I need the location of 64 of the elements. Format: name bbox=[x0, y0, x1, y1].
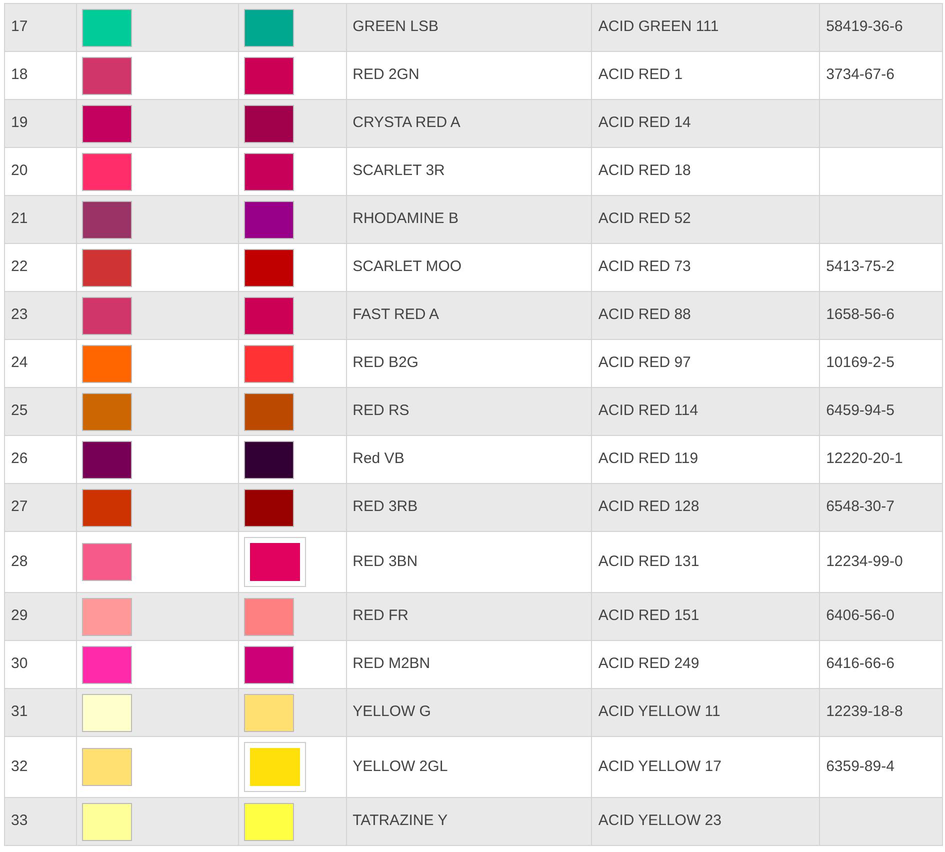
row-number: 17 bbox=[11, 18, 28, 36]
color-index-name: ACID YELLOW 17 bbox=[598, 758, 722, 775]
cas-number: 6406-56-0 bbox=[826, 607, 894, 624]
dye-name: RHODAMINE B bbox=[352, 210, 458, 228]
dye-name: RED B2G bbox=[352, 354, 418, 372]
dye-name: RED 3BN bbox=[352, 552, 418, 570]
dye-name: YELLOW G bbox=[352, 703, 431, 720]
color-index-name: ACID RED 131 bbox=[598, 552, 700, 570]
dye-name: TATRAZINE Y bbox=[352, 812, 448, 830]
row-number: 30 bbox=[11, 655, 28, 672]
dye-name: SCARLET MOO bbox=[352, 258, 462, 276]
row-number: 31 bbox=[11, 703, 28, 720]
cas-number: 6548-30-7 bbox=[826, 498, 894, 516]
row-number: 19 bbox=[11, 114, 28, 132]
row-number: 24 bbox=[11, 354, 28, 372]
color-index-name: ACID YELLOW 11 bbox=[598, 703, 720, 720]
row-number: 23 bbox=[11, 306, 28, 324]
dye-name: GREEN LSB bbox=[352, 18, 438, 36]
color-index-name: ACID GREEN 111 bbox=[598, 18, 719, 36]
row-number: 20 bbox=[11, 162, 28, 180]
cas-number: 6459-94-5 bbox=[826, 402, 894, 420]
color-index-name: ACID YELLOW 23 bbox=[598, 812, 722, 830]
row-number: 27 bbox=[11, 498, 28, 516]
cas-number: 3734-67-6 bbox=[826, 66, 894, 84]
color-index-name: ACID RED 249 bbox=[598, 655, 700, 672]
dye-name: FAST RED A bbox=[352, 306, 440, 324]
dye-name: RED 2GN bbox=[352, 66, 420, 84]
cas-number: 1658-56-6 bbox=[826, 306, 894, 324]
color-index-name: ACID RED 1 bbox=[598, 66, 683, 84]
dye-name: RED M2BN bbox=[352, 655, 430, 672]
cas-number: 5413-75-2 bbox=[826, 258, 894, 276]
cas-number: 12239-18-8 bbox=[826, 703, 903, 720]
cas-number: 6359-89-4 bbox=[826, 758, 894, 775]
dye-name: RED 3RB bbox=[352, 498, 418, 516]
color-index-name: ACID RED 88 bbox=[598, 306, 691, 324]
cas-number: 12220-20-1 bbox=[826, 450, 903, 468]
row-number: 28 bbox=[11, 552, 28, 570]
row-number: 25 bbox=[11, 402, 28, 420]
color-index-name: ACID RED 151 bbox=[598, 607, 700, 624]
row-number: 22 bbox=[11, 258, 28, 276]
row-number: 29 bbox=[11, 607, 28, 624]
row-number: 33 bbox=[11, 812, 28, 830]
dye-name: Red VB bbox=[352, 450, 404, 468]
dye-name: CRYSTA RED A bbox=[352, 114, 460, 132]
dye-name: RED RS bbox=[352, 402, 410, 420]
color-index-name: ACID RED 128 bbox=[598, 498, 700, 516]
row-number: 18 bbox=[11, 66, 28, 84]
color-index-name: ACID RED 114 bbox=[598, 402, 698, 420]
color-index-name: ACID RED 97 bbox=[598, 354, 691, 372]
color-index-name: ACID RED 14 bbox=[598, 114, 691, 132]
color-index-name: ACID RED 52 bbox=[598, 210, 691, 228]
cas-number: 12234-99-0 bbox=[826, 552, 903, 570]
color-index-name: ACID RED 119 bbox=[598, 450, 698, 468]
row-number: 32 bbox=[11, 758, 28, 775]
row-number: 21 bbox=[11, 210, 28, 228]
color-index-name: ACID RED 18 bbox=[598, 162, 691, 180]
dye-name: YELLOW 2GL bbox=[352, 758, 448, 775]
cas-number: 10169-2-5 bbox=[826, 354, 894, 372]
dye-name: SCARLET 3R bbox=[352, 162, 445, 180]
cas-number: 6416-66-6 bbox=[826, 655, 894, 672]
cas-number: 58419-36-6 bbox=[826, 18, 903, 36]
color-index-name: ACID RED 73 bbox=[598, 258, 691, 276]
row-number: 26 bbox=[11, 450, 28, 468]
dye-name: RED FR bbox=[352, 607, 408, 624]
